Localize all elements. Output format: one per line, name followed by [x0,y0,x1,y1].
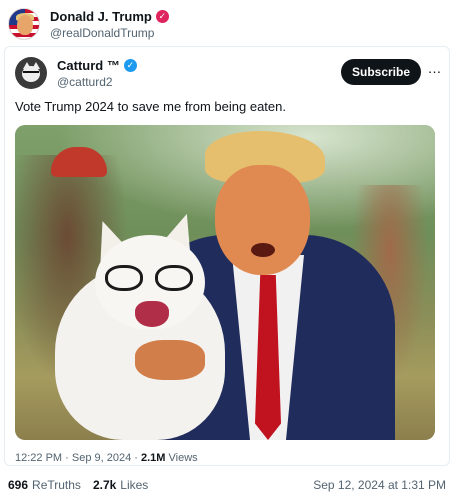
tweet-text: Vote Trump 2024 to save me from being ea… [15,99,286,114]
outer-name-row: Donald J. Trump ✓ [50,9,169,24]
likes-count: 2.7k [92,478,117,492]
retruths-stat[interactable]: 696 ReTruths [8,478,81,492]
outer-author-info: Donald J. Trump ✓ @realDonaldTrump [50,9,169,40]
tweet-author-info: Catturd ™ ✓ @catturd2 [57,58,137,89]
tweet-display-name[interactable]: Catturd ™ [57,58,120,73]
outer-handle[interactable]: @realDonaldTrump [50,26,169,40]
tweet-image[interactable] [15,125,435,440]
tweet-name-row: Catturd ™ ✓ [57,58,137,73]
likes-label: Likes [120,478,149,492]
embedded-tweet-card[interactable]: Catturd ™ ✓ @catturd2 Subscribe … Vote T… [4,46,450,466]
post-timestamp[interactable]: Sep 12, 2024 at 1:31 PM [313,478,446,492]
subscribe-button[interactable]: Subscribe [341,59,421,85]
retruths-label: ReTruths [32,478,81,492]
tweet-views-label: Views [168,452,198,464]
likes-stat[interactable]: 2.7k Likes [93,478,148,492]
image-glasses-lens-left [105,265,143,291]
image-mouth [251,243,275,257]
image-cat-glasses [105,265,197,293]
outer-post-header: Donald J. Trump ✓ @realDonaldTrump [8,8,169,40]
avatar[interactable] [8,8,40,40]
image-face [215,165,310,275]
image-glasses-lens-right [155,265,193,291]
tweet-avatar[interactable] [15,57,47,89]
avatar-face [17,15,33,35]
more-options-icon[interactable]: … [425,59,443,83]
tweet-time[interactable]: 12:22 PM · Sep 9, 2024 · [15,452,141,464]
tweet-handle[interactable]: @catturd2 [57,75,137,89]
verified-badge-icon: ✓ [155,9,169,23]
verified-badge-icon: ✓ [123,58,137,72]
retruths-count: 696 [8,478,29,492]
image-hand [135,340,205,380]
outer-post-footer: 696 ReTruths 2.7k Likes Sep 12, 2024 at 1:… [8,478,450,492]
outer-display-name[interactable]: Donald J. Trump [50,9,152,24]
tweet-header: Catturd ™ ✓ @catturd2 [15,57,137,89]
image-cat-mouth [135,301,169,327]
tweet-views-count: 2.1M [140,452,166,464]
tweet-meta: 12:22 PM · Sep 9, 2024 · 2.1M Views [15,452,198,464]
cat-glasses [23,71,39,75]
